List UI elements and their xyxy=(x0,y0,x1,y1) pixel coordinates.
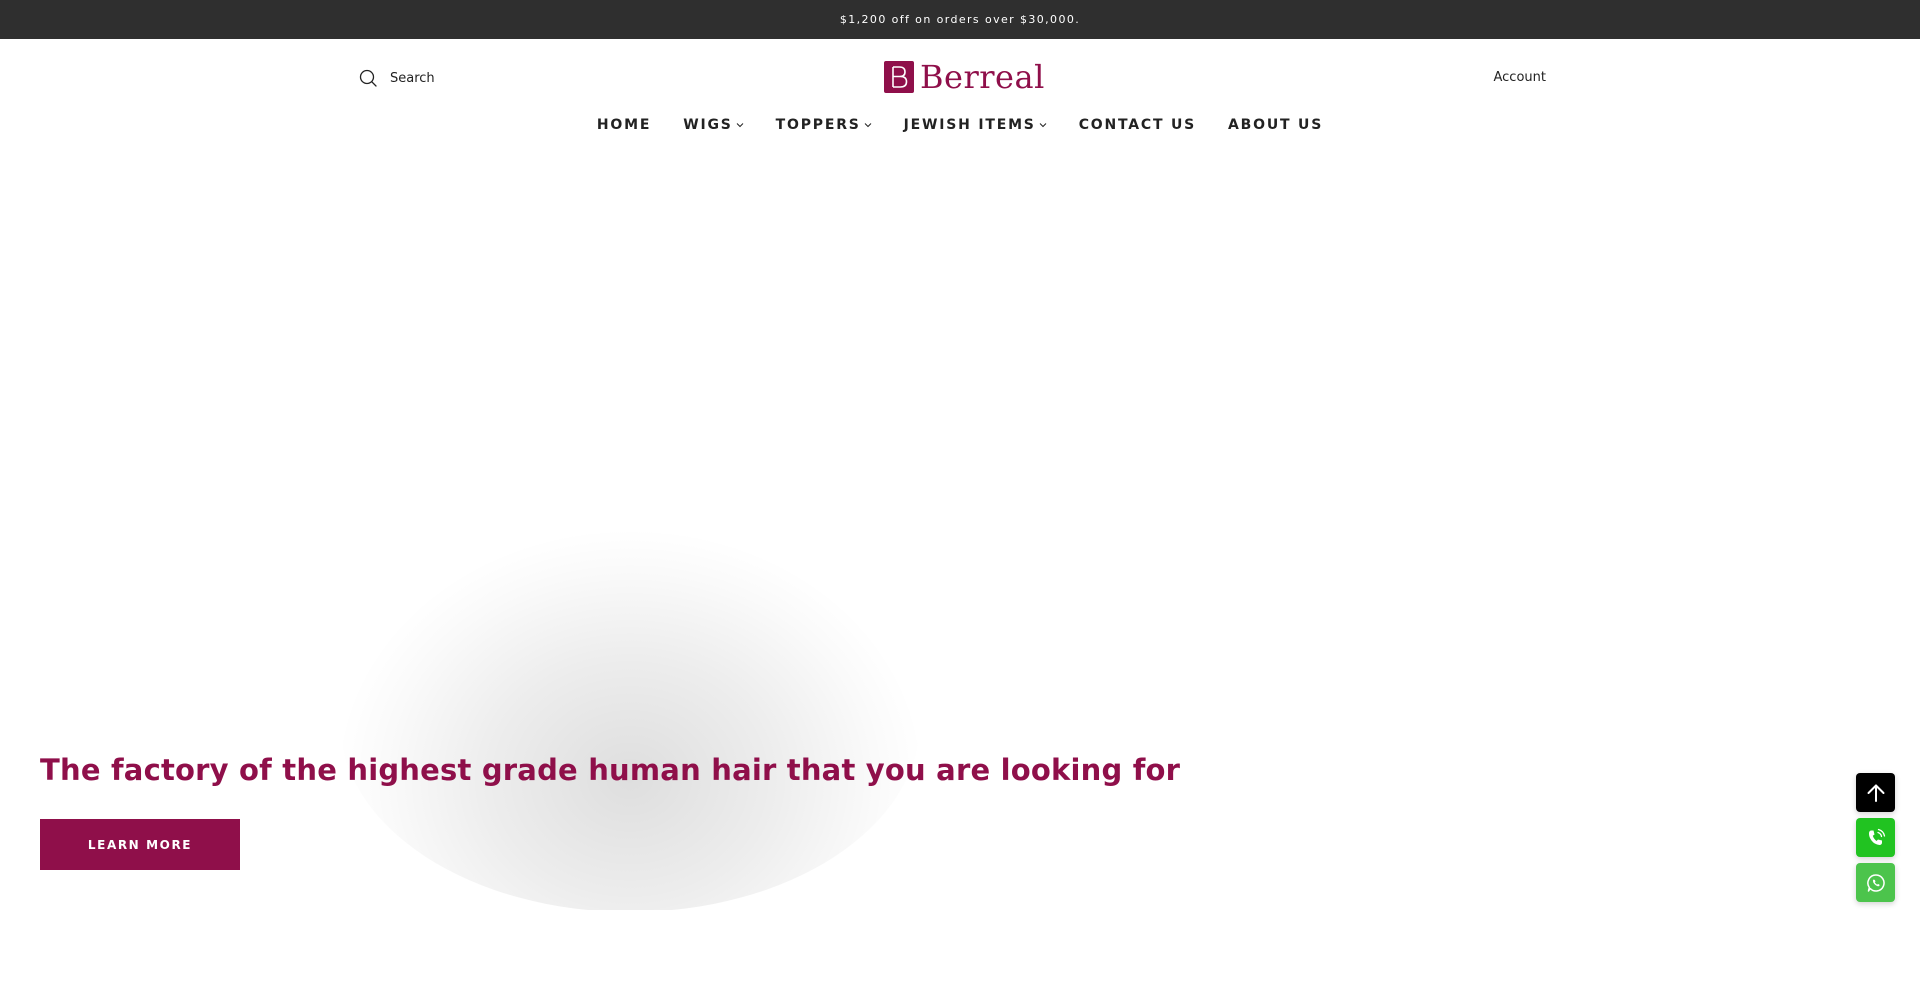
nav-item-label: HOME xyxy=(596,117,652,133)
chevron-down-icon xyxy=(736,123,744,128)
nav-item-label: CONTACT US xyxy=(1078,117,1197,133)
whatsapp-button[interactable] xyxy=(1856,863,1895,902)
search-icon xyxy=(359,69,377,87)
nav-item-toppers[interactable]: TOPPERS xyxy=(776,117,872,133)
back-to-top-button[interactable] xyxy=(1856,773,1895,812)
main-nav: HOME WIGS TOPPERS JEWISH ITEMS CONTACT U… xyxy=(0,117,1920,133)
search-button[interactable]: Search xyxy=(358,68,435,88)
logo-text: Berreal xyxy=(920,58,1045,96)
logo-mark-icon xyxy=(884,61,914,93)
arrow-up-icon xyxy=(1867,784,1884,802)
announcement-text: $1,200 off on orders over $30,000. xyxy=(839,13,1081,26)
hero-image-shadow xyxy=(340,532,920,910)
search-label: Search xyxy=(390,70,435,86)
nav-item-label: JEWISH ITEMS xyxy=(903,117,1036,133)
site-logo[interactable]: Berreal xyxy=(884,61,1045,93)
nav-item-contact-us[interactable]: CONTACT US xyxy=(1079,117,1196,133)
hero-title: The factory of the highest grade human h… xyxy=(40,753,1181,787)
nav-item-jewish-items[interactable]: JEWISH ITEMS xyxy=(904,117,1047,133)
whatsapp-icon xyxy=(1866,873,1885,892)
nav-item-home[interactable]: HOME xyxy=(597,117,651,133)
nav-item-wigs[interactable]: WIGS xyxy=(683,117,744,133)
announcement-bar: $1,200 off on orders over $30,000. xyxy=(0,0,1920,39)
phone-icon xyxy=(1868,828,1885,845)
account-link[interactable]: Account xyxy=(1494,70,1547,85)
chevron-down-icon xyxy=(1039,123,1047,128)
chevron-down-icon xyxy=(864,123,872,128)
call-button[interactable] xyxy=(1856,818,1895,857)
hero-banner: The factory of the highest grade human h… xyxy=(0,157,1920,910)
nav-item-label: WIGS xyxy=(683,117,733,133)
site-header: Search Berreal Account HOME WIGS TOPPERS… xyxy=(0,39,1920,157)
nav-item-about-us[interactable]: ABOUT US xyxy=(1228,117,1323,133)
nav-item-label: TOPPERS xyxy=(775,117,861,133)
learn-more-button[interactable]: LEARN MORE xyxy=(40,819,240,870)
nav-item-label: ABOUT US xyxy=(1228,117,1324,133)
